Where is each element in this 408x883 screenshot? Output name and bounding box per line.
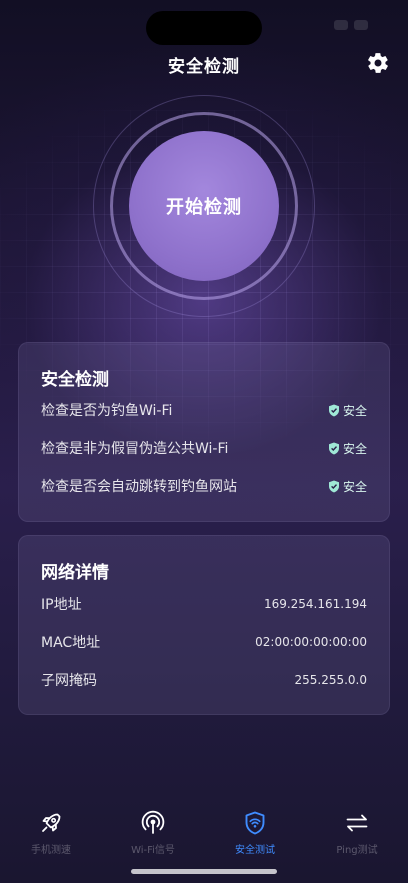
tab-label: 安全测试 <box>235 845 275 856</box>
security-check-label: 检查是否会自动跳转到钓鱼网站 <box>41 479 237 495</box>
network-detail-row: 子网掩码 255.255.0.0 <box>41 670 367 690</box>
shield-check-icon <box>328 404 339 416</box>
status-indicators <box>318 20 368 32</box>
arrows-icon <box>346 814 368 832</box>
network-detail-row: MAC地址 02:00:00:00:00:00 <box>41 632 367 652</box>
tab-security-test[interactable]: 安全测试 <box>204 810 306 860</box>
security-check-label: 检查是否为钓鱼Wi-Fi <box>41 403 173 419</box>
security-check-row: 检查是否会自动跳转到钓鱼网站 安全 <box>41 476 367 496</box>
tab-label: Wi-Fi信号 <box>131 845 175 856</box>
tab-speed-test[interactable]: 手机测速 <box>0 810 102 860</box>
tab-label: 手机测速 <box>31 845 71 856</box>
settings-button[interactable] <box>366 51 390 75</box>
security-card-title: 安全检测 <box>41 370 109 390</box>
rocket-icon <box>42 813 61 832</box>
tab-ping-test[interactable]: Ping测试 <box>306 810 408 860</box>
mac-address-value: 02:00:00:00:00:00 <box>255 635 367 649</box>
safe-badge: 安全 <box>328 402 367 419</box>
tab-wifi-signal[interactable]: Wi-Fi信号 <box>102 810 204 860</box>
subnet-mask-value: 255.255.0.0 <box>294 673 367 687</box>
network-details-card: 网络详情 IP地址 169.254.161.194 MAC地址 02:00:00… <box>18 535 390 715</box>
security-check-row: 检查是否为钓鱼Wi-Fi 安全 <box>41 400 367 420</box>
shield-wifi-icon <box>245 811 265 835</box>
safe-status-text: 安全 <box>342 441 367 456</box>
dynamic-island <box>146 11 262 45</box>
wifi-status-icon <box>334 20 348 30</box>
mac-address-label: MAC地址 <box>41 635 101 651</box>
security-check-row: 检查是非为假冒伪造公共Wi-Fi 安全 <box>41 438 367 458</box>
home-indicator <box>131 869 277 874</box>
ip-address-value: 169.254.161.194 <box>263 597 367 611</box>
shield-check-icon <box>328 480 339 492</box>
start-scan-button[interactable]: 开始检测 <box>129 131 279 281</box>
network-detail-row: IP地址 169.254.161.194 <box>41 594 367 614</box>
ip-address-label: IP地址 <box>41 597 82 613</box>
security-check-label: 检查是非为假冒伪造公共Wi-Fi <box>41 441 229 457</box>
signal-icon <box>141 810 165 834</box>
battery-icon <box>354 20 368 30</box>
tab-label: Ping测试 <box>336 845 378 856</box>
status-bar <box>0 0 408 50</box>
safe-status-text: 安全 <box>342 479 367 494</box>
gear-icon <box>368 53 388 73</box>
page-title: 安全检测 <box>168 57 240 77</box>
subnet-mask-label: 子网掩码 <box>41 673 97 689</box>
safe-badge: 安全 <box>328 440 367 457</box>
network-card-title: 网络详情 <box>41 563 109 583</box>
safe-badge: 安全 <box>328 478 367 495</box>
safe-status-text: 安全 <box>342 403 367 418</box>
shield-check-icon <box>328 442 339 454</box>
security-check-card: 安全检测 检查是否为钓鱼Wi-Fi 安全 检查是非为假冒伪造公共Wi-Fi 安全… <box>18 342 390 522</box>
